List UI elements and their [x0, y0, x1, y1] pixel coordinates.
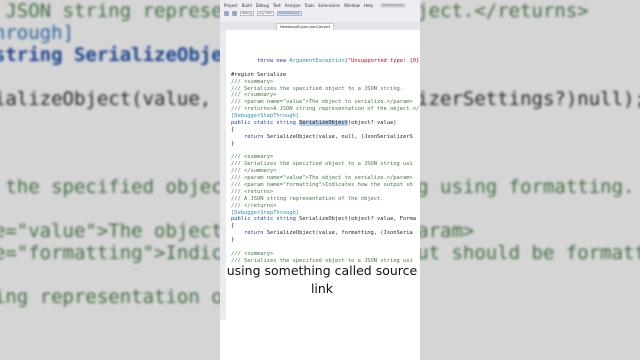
code-token: /// <summary> [231, 78, 274, 85]
highlighted-symbol: SerializeObject [299, 120, 348, 127]
code-line: } [231, 237, 420, 244]
code-line: /// <param name="value">The object to se… [231, 99, 420, 106]
code-token: throw new [231, 58, 290, 64]
menu-item-extensions[interactable]: Extensions [318, 3, 340, 8]
code-token: public static string [231, 216, 300, 223]
menu-item-tools[interactable]: Tools [305, 3, 315, 8]
code-token: } [231, 237, 235, 244]
code-line: throw new ArgumentException("Unsupported… [231, 58, 420, 65]
code-token: (object? value) [347, 120, 397, 127]
code-token: public static string [231, 120, 300, 127]
menu-item-build[interactable]: Build [242, 3, 252, 8]
code-line: /// </summary> [231, 168, 420, 175]
code-editor[interactable]: throw new ArgumentException("Unsupported… [231, 58, 420, 279]
toolbar: Debug Any CPU DemoConsole [220, 8, 420, 16]
menu-item-analyze[interactable]: Analyze [285, 3, 301, 8]
code-token: /// <returns> [231, 188, 274, 195]
code-token: /// <param name="formatting">Indicates h… [231, 182, 413, 189]
code-token: /// <param name="value">The object to se… [231, 99, 413, 106]
menu-item-project[interactable]: Project [224, 3, 238, 8]
code-line: /// <summary> [231, 251, 420, 258]
code-line: { [231, 223, 420, 230]
code-token: [DebuggerStepThrough] [231, 209, 300, 216]
code-token: /// <summary> [231, 250, 274, 257]
menu-item-test[interactable]: Test [273, 3, 281, 8]
caption-line-2: link [308, 281, 336, 296]
code-line: return SerializeObject(value, null, (Jso… [231, 134, 420, 141]
code-line: public static string SerializeObject(obj… [231, 216, 420, 223]
code-line: /// Serializes the specified object to a… [231, 161, 420, 168]
solution-search[interactable]: DemoConsole [380, 3, 406, 8]
code-token: ArgumentException [289, 58, 345, 64]
code-token: SerializeObject(value, null, (JsonSerial… [266, 133, 413, 140]
ide-title-area: Project Build Debug Test Analyze Tools Extensi… [220, 0, 420, 30]
code-line: /// Serializes the specified object to a… [231, 86, 420, 93]
back-icon[interactable] [224, 11, 229, 16]
code-token: /// A JSON string representation of the … [231, 195, 384, 202]
platform-select[interactable]: Any CPU [256, 11, 274, 16]
code-token: "Unsupported type: {0}. [347, 58, 420, 64]
code-line: /// <returns>A JSON string representatio… [231, 106, 420, 113]
code-line: /// </summary> [231, 92, 420, 99]
editor-tab-strip: Newtonsoft.Json.JsonConvert [220, 22, 420, 30]
video-caption: using something called source link [224, 262, 420, 298]
code-line: /// <param name="formatting">Indicates h… [231, 182, 420, 189]
code-token: /// </returns> [231, 202, 277, 209]
menu-item-debug[interactable]: Debug [256, 3, 269, 8]
code-token: /// <returns>A JSON string representatio… [231, 106, 420, 113]
code-line: { [231, 127, 420, 134]
file-tab[interactable]: Newtonsoft.Json.JsonConvert [276, 23, 335, 30]
code-token: /// <param name="value">The object to se… [231, 175, 413, 182]
code-line: #region Serialize [231, 72, 420, 79]
code-line: return SerializeObject(value, formatting… [231, 230, 420, 237]
background-code-left: /// <returns>A JSON string representatio… [0, 0, 220, 360]
menu-item-help[interactable]: Help [364, 3, 373, 8]
code-token: SerializeObject(object? value, Forma [299, 216, 416, 223]
code-token: { [231, 126, 235, 133]
code-line: [DebuggerStepThrough] [231, 210, 420, 217]
code-token: } [231, 140, 235, 147]
code-token: SerializeObject(value, formatting, (Json… [266, 230, 413, 237]
code-token: /// Serializes the specified object to a… [231, 85, 404, 92]
code-token: /// Serializes the specified object to a… [231, 161, 413, 168]
code-line: /// <param name="value">The object to se… [231, 175, 420, 182]
code-line: public static string SerializeObject(obj… [231, 120, 420, 127]
menu-item-window[interactable]: Window [344, 3, 360, 8]
caption-line-1: using something called source [224, 263, 420, 278]
configuration-select[interactable]: Debug [240, 11, 254, 16]
code-token: #region Serialize [231, 71, 287, 78]
run-button[interactable]: DemoConsole [276, 11, 302, 16]
background-code-right: /// <returns>A JSON string representatio… [420, 0, 640, 360]
code-line: /// <summary> [231, 154, 420, 161]
code-token: /// </summary> [231, 92, 277, 99]
code-line: /// <summary> [231, 79, 420, 86]
code-line: /// <returns> [231, 189, 420, 196]
video-bottom-area [220, 320, 420, 360]
forward-icon[interactable] [232, 11, 237, 16]
code-line: } [231, 141, 420, 148]
ide-screen: Project Build Debug Test Analyze Tools Extensi… [220, 0, 420, 360]
code-line: /// </returns> [231, 203, 420, 210]
code-token: /// </summary> [231, 168, 277, 175]
code-line: [DebuggerStepThrough] [231, 113, 420, 120]
code-token: return [231, 133, 267, 140]
code-token: /// <summary> [231, 154, 274, 161]
code-token: [DebuggerStepThrough] [231, 113, 300, 120]
code-token: return [231, 230, 267, 237]
code-line: /// A JSON string representation of the … [231, 196, 420, 203]
code-token: { [231, 223, 235, 230]
